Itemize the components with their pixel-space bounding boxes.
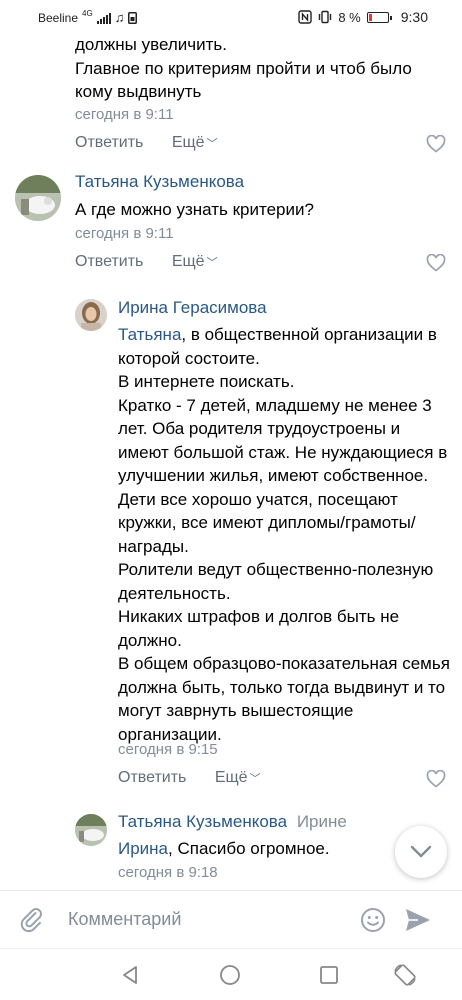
comment-paragraph: Кратко - 7 детей, младшему не менее 3 ле… [118,395,448,556]
comment-item: Татьяна Кузьменкова А где можно узнать к… [0,160,462,280]
status-left: Beeline 4G ♫ [38,9,138,25]
signal-icon [96,12,111,24]
chevron-down-icon: ﹀ [206,138,218,150]
comment-paragraph: В общем образцово-показательная семья до… [118,654,450,744]
comment-actions: Ответить Ещё ﹀ [118,769,261,787]
status-bar: Beeline 4G ♫ 8 % 9:30 [0,0,462,34]
more-button[interactable]: Ещё ﹀ [215,769,261,787]
nfc-icon [298,10,313,24]
scroll-down-button[interactable] [395,826,447,878]
chevron-down-icon: ﹀ [249,773,261,785]
triangle-back-icon[interactable] [119,964,141,986]
more-label: Ещё [171,134,205,151]
avatar-image [15,175,61,221]
avatar-image [75,299,107,331]
square-recents-icon[interactable] [319,965,339,985]
avatar-image [75,814,107,846]
comment-paragraph: Ирина, Спасибо огромное. [118,837,418,861]
comment-author[interactable]: Татьяна Кузьменкова [75,172,244,192]
avatar[interactable] [75,814,107,846]
music-icon: ♫ [114,10,125,25]
battery-percent: 8 % [338,9,361,25]
vibrate-icon [319,10,332,24]
comment-actions: Ответить Ещё ﹀ [75,253,218,271]
comment-date: сегодня в 9:18 [118,864,218,881]
comment-paragraph: В интернете поискать. [118,372,295,391]
send-icon[interactable] [404,907,432,933]
chevron-down-icon: ﹀ [206,257,218,269]
comment-paragraph: Главное по критериям пройти и чтоб было … [75,58,412,102]
chevron-down-icon [410,845,432,858]
status-right: 8 % 9:30 [298,9,428,25]
comment-author[interactable]: Ирина Герасимова [118,298,267,318]
reply-to-label[interactable]: Ирине [297,812,347,831]
comments-feed[interactable]: должны увеличить. Главное по критериям п… [0,34,462,890]
comment-composer: Комментарий [0,890,462,948]
reply-button[interactable]: Ответить [75,253,143,271]
comment-date: сегодня в 9:11 [75,225,174,242]
network-label: 4G [82,9,93,18]
comment-text: А где можно узнать критерии? [75,198,445,222]
comment-fragment: , Спасибо огромное. [168,839,330,858]
comment-paragraph: А где можно узнать критерии? [75,200,314,219]
author-link[interactable]: Татьяна Кузьменкова [118,812,287,831]
more-label: Ещё [171,253,205,270]
comment-text: Татьяна, в общественной организации в ко… [118,323,453,746]
heart-outline-icon[interactable] [426,254,446,272]
mention-link[interactable]: Ирина [118,839,168,858]
battery-icon [366,11,392,23]
comment-actions: Ответить Ещё ﹀ [75,134,218,152]
more-button[interactable]: Ещё ﹀ [172,134,218,152]
comment-paragraph: должны увеличить. [75,35,227,54]
smiley-icon[interactable] [360,907,386,933]
comment-date: сегодня в 9:15 [118,741,218,758]
clock: 9:30 [400,9,428,25]
comment-text: Ирина, Спасибо огромное. [118,837,418,861]
heart-outline-icon[interactable] [426,770,446,788]
comment-text: должны увеличить. Главное по критериям п… [75,34,445,104]
sim-icon [128,11,138,24]
rotate-icon[interactable] [392,962,418,988]
comment-paragraph: Татьяна, в общественной организации в ко… [118,323,453,370]
comment-item: Ирина Герасимова Татьяна, в общественной… [0,280,462,800]
circle-home-icon[interactable] [219,964,241,986]
comment-date: сегодня в 9:11 [75,106,174,123]
paperclip-icon[interactable] [18,906,46,934]
more-label: Ещё [214,769,248,786]
more-button[interactable]: Ещё ﹀ [172,253,218,271]
avatar[interactable] [15,175,61,221]
comment-item: Татьяна Кузьменкова Ирине Ирина, Спасибо… [0,800,462,890]
mention-link[interactable]: Татьяна [118,325,181,344]
comment-author: Татьяна Кузьменкова Ирине [118,812,347,832]
system-nav-bar [0,948,462,1000]
comment-input[interactable]: Комментарий [68,909,181,930]
reply-button[interactable]: Ответить [75,134,143,152]
comment-paragraph: Ролители ведут общественно-полезную деят… [118,560,434,603]
comment-item: должны увеличить. Главное по критериям п… [0,34,462,160]
heart-outline-icon[interactable] [426,135,446,153]
reply-button[interactable]: Ответить [118,769,186,787]
comment-paragraph: Никаких штрафов и долгов быть не должно. [118,607,400,650]
avatar[interactable] [75,299,107,331]
carrier-label: Beeline [38,10,79,25]
